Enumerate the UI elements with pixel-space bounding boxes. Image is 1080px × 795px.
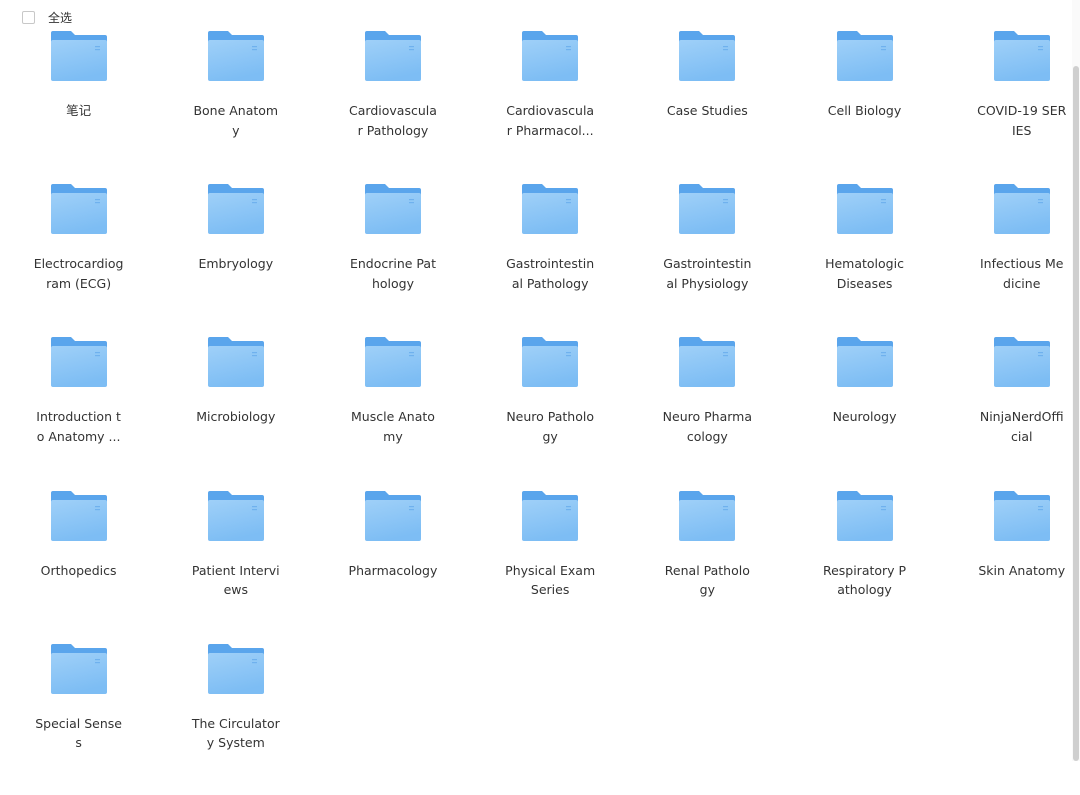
folder-name: The Circulatory System xyxy=(191,715,280,751)
folder-item[interactable]: Cell Biology xyxy=(786,29,943,182)
folder-name: Case Studies xyxy=(666,103,748,118)
select-all-label[interactable]: 全选 xyxy=(48,9,72,26)
folder-name: Neurology xyxy=(832,409,897,425)
folder-name: Gastrointestinal Pathology xyxy=(506,256,595,291)
folder-item[interactable]: 笔记 xyxy=(0,29,157,182)
folder-icon xyxy=(993,337,1050,388)
folder-item[interactable]: Microbiology xyxy=(157,335,314,488)
folder-icon xyxy=(364,31,421,81)
folder-item[interactable]: Skin Anatomy xyxy=(943,489,1080,642)
folder-name: 笔记 xyxy=(66,103,92,118)
folder-name: Neuro Pathology xyxy=(506,409,594,444)
select-all-checkbox[interactable] xyxy=(22,10,35,24)
folder-item[interactable]: Neurology xyxy=(786,335,943,488)
folder-icon xyxy=(207,490,264,541)
folder-item[interactable]: Special Senses xyxy=(0,642,157,795)
folder-name: Neuro Pharmacology xyxy=(662,409,752,444)
folder-name: Orthopedics xyxy=(40,562,117,578)
folder-icon xyxy=(679,184,736,235)
folder-item[interactable]: Physical Exam Series xyxy=(472,489,629,642)
folder-item[interactable]: COVID-19 SERIES xyxy=(943,29,1080,182)
folder-item[interactable]: Electrocardiogram (ECG) xyxy=(0,182,157,335)
folder-name: Respiratory Pathology xyxy=(822,562,907,598)
folder-icon xyxy=(50,184,107,235)
folder-name: Gastrointestinal Physiology xyxy=(663,256,752,291)
folder-item[interactable]: Pharmacology xyxy=(314,489,471,642)
folder-icon xyxy=(207,337,264,388)
folder-item[interactable]: Respiratory Pathology xyxy=(786,489,943,642)
folder-icon xyxy=(50,337,107,388)
folder-item[interactable]: Introduction to Anatomy ... xyxy=(0,335,157,488)
folder-name: Renal Pathology xyxy=(664,562,750,598)
folder-name: COVID-19 SERIES xyxy=(977,103,1067,138)
folder-item[interactable]: Gastrointestinal Physiology xyxy=(629,182,786,335)
folder-item[interactable]: Neuro Pharmacology xyxy=(629,335,786,488)
folder-icon xyxy=(522,490,579,541)
folder-name: Hematologic Diseases xyxy=(825,256,904,291)
folder-name: Cardiovascular Pharmacol... xyxy=(506,103,595,138)
folder-name: NinjaNerdOfficial xyxy=(979,409,1064,444)
folder-icon xyxy=(207,643,264,694)
folder-name: Bone Anatomy xyxy=(193,103,279,138)
folder-name: Skin Anatomy xyxy=(978,562,1066,578)
folder-name: Cell Biology xyxy=(827,103,902,118)
folder-name: Infectious Medicine xyxy=(979,256,1064,291)
folder-item[interactable]: Gastrointestinal Pathology xyxy=(472,182,629,335)
folder-name: Embryology xyxy=(198,256,274,272)
folder-icon xyxy=(364,337,421,388)
folder-name: Microbiology xyxy=(196,409,276,425)
folder-icon xyxy=(50,643,107,694)
scrollbar-thumb[interactable] xyxy=(1073,66,1079,761)
folder-icon xyxy=(364,184,421,235)
folder-item[interactable]: Neuro Pathology xyxy=(472,335,629,488)
folder-item[interactable]: Cardiovascular Pathology xyxy=(314,29,471,182)
folder-item[interactable]: Orthopedics xyxy=(0,489,157,642)
folder-item[interactable]: Infectious Medicine xyxy=(943,182,1080,335)
folder-icon xyxy=(993,490,1050,541)
folder-name: Electrocardiogram (ECG) xyxy=(33,256,124,291)
folder-item[interactable]: Hematologic Diseases xyxy=(786,182,943,335)
folder-icon xyxy=(836,490,893,541)
folder-item[interactable]: Endocrine Pathology xyxy=(314,182,471,335)
folder-icon xyxy=(522,184,579,235)
folder-item[interactable]: NinjaNerdOfficial xyxy=(943,335,1080,488)
folder-name: Introduction to Anatomy ... xyxy=(36,409,121,444)
folder-icon xyxy=(993,184,1050,235)
folder-name: Cardiovascular Pathology xyxy=(349,103,437,138)
folder-icon xyxy=(836,31,893,81)
folder-item[interactable]: Embryology xyxy=(157,182,314,335)
folder-icon xyxy=(993,31,1050,81)
folder-icon xyxy=(836,184,893,235)
folder-icon xyxy=(679,490,736,541)
folder-icon xyxy=(364,490,421,541)
folder-name: Patient Interviews xyxy=(191,562,280,598)
toolbar: 全选 xyxy=(22,8,72,26)
folder-icon xyxy=(207,31,264,81)
folder-icon xyxy=(679,337,736,388)
vertical-scrollbar[interactable] xyxy=(1072,0,1080,761)
folder-icon xyxy=(679,31,736,81)
folder-icon xyxy=(522,31,579,81)
folder-item[interactable]: Muscle Anatomy xyxy=(314,335,471,488)
folder-name: Special Senses xyxy=(35,715,122,751)
folder-item[interactable]: Case Studies xyxy=(629,29,786,182)
folder-item[interactable]: Renal Pathology xyxy=(629,489,786,642)
folder-name: Muscle Anatomy xyxy=(351,409,435,444)
folder-name: Physical Exam Series xyxy=(505,562,596,598)
folder-icon xyxy=(836,337,893,388)
folder-grid: 笔记 Bone Anatomy Cardiovascular Pathology Ca… xyxy=(0,29,1072,795)
folder-item[interactable]: Bone Anatomy xyxy=(157,29,314,182)
folder-icon xyxy=(522,337,579,388)
folder-item[interactable]: Patient Interviews xyxy=(157,489,314,642)
folder-name: Endocrine Pathology xyxy=(349,256,436,291)
folder-item[interactable]: The Circulatory System xyxy=(157,642,314,795)
folder-icon xyxy=(207,184,264,235)
folder-icon xyxy=(50,490,107,541)
folder-item[interactable]: Cardiovascular Pharmacol... xyxy=(472,29,629,182)
folder-icon xyxy=(50,31,107,81)
folder-name: Pharmacology xyxy=(348,562,438,578)
